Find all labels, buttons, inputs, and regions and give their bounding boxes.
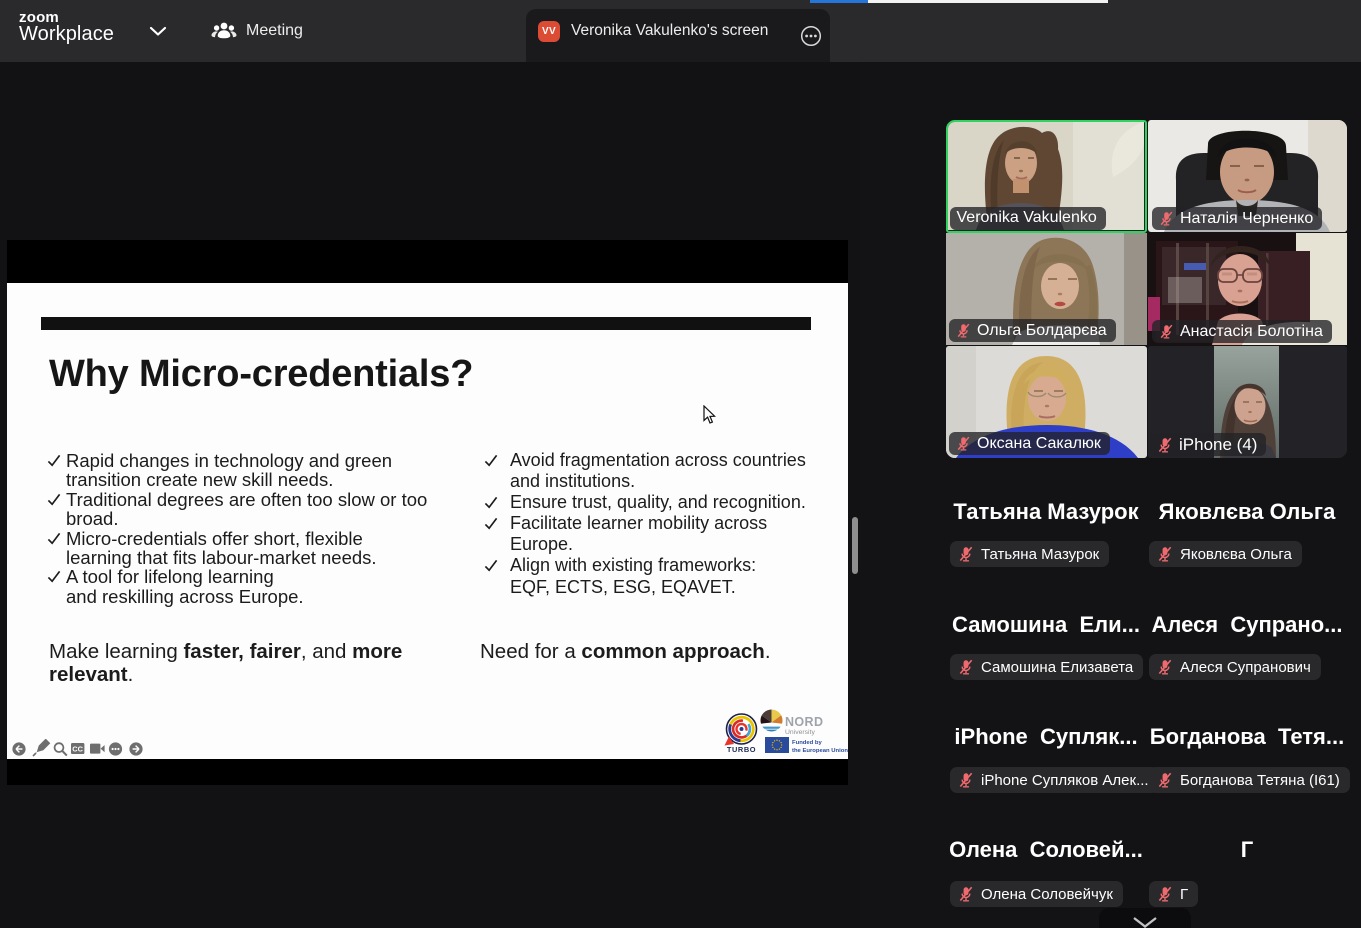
svg-text:Funded by: Funded by <box>792 740 823 746</box>
svg-text:CC: CC <box>72 744 83 753</box>
svg-text:TURBO: TURBO <box>727 745 756 754</box>
svg-text:University: University <box>785 729 815 736</box>
svg-text:the European Union: the European Union <box>792 748 848 754</box>
svg-text:NORD: NORD <box>785 715 823 729</box>
